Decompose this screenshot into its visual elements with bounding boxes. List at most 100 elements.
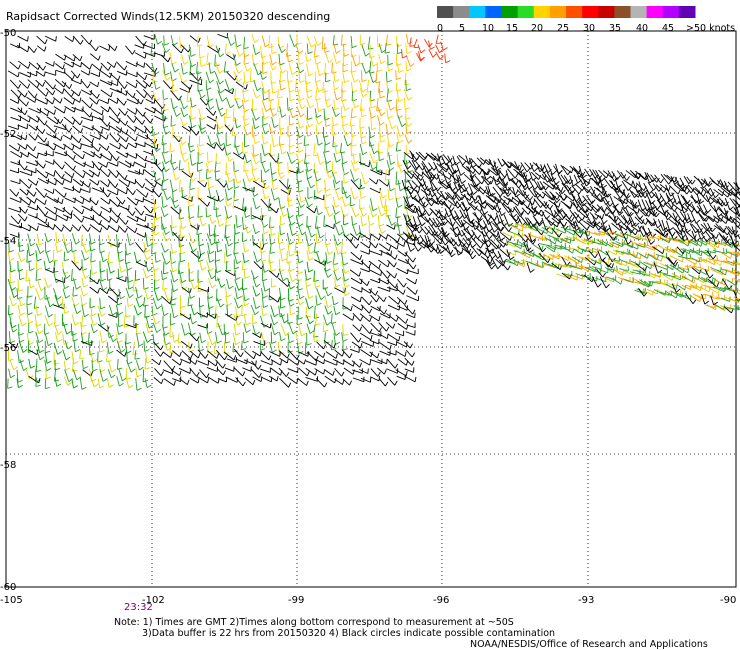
wind-barb-flag [390, 107, 395, 111]
wind-barb [199, 260, 203, 271]
wind-barb-flag [89, 103, 93, 109]
wind-barb [286, 97, 289, 111]
wind-barb-flag [43, 163, 46, 169]
wind-barb-flag [154, 71, 160, 75]
wind-barb [43, 260, 47, 271]
wind-barb-flag [182, 194, 188, 198]
wind-barb [386, 224, 395, 230]
wind-barb [190, 97, 193, 108]
wind-barb-flag [324, 382, 328, 388]
wind-barb [197, 250, 200, 262]
wind-barb-flag [360, 42, 366, 46]
wind-barb [377, 206, 382, 217]
wind-barb-flag [375, 243, 379, 249]
wind-barb-flag [288, 59, 294, 63]
wind-barb [196, 61, 198, 74]
wind-barb [277, 44, 283, 53]
wind-barb [125, 45, 133, 55]
wind-barb-flag [272, 113, 278, 117]
wind-barb [28, 277, 31, 289]
wind-barb-flag [119, 382, 124, 387]
wind-barb [243, 161, 245, 172]
wind-barb-flag [396, 108, 402, 111]
wind-barb-flag [318, 108, 324, 112]
wind-barb-flag [367, 368, 369, 374]
wind-barb-flag [46, 173, 49, 179]
wind-barb-flag [209, 79, 215, 84]
wind-barb-flag [325, 268, 331, 272]
wind-barb-flag [101, 313, 106, 317]
legend-swatch [469, 6, 486, 18]
wind-barb-flag [162, 109, 165, 115]
wind-barb [394, 187, 397, 200]
wind-barb [244, 377, 254, 386]
wind-barb [72, 206, 83, 215]
wind-barb [377, 170, 390, 176]
wind-barb [197, 180, 206, 188]
wind-barb [27, 71, 37, 77]
wind-barb [268, 35, 271, 48]
wind-barb-flag [497, 264, 502, 270]
wind-barb [252, 286, 257, 297]
wind-barb [107, 189, 118, 196]
wind-barb-flag [325, 188, 331, 192]
wind-barb [252, 297, 257, 309]
wind-barb [44, 188, 54, 195]
wind-barb-flag [74, 197, 76, 203]
wind-barb-flag [221, 97, 227, 102]
wind-barb [80, 286, 84, 297]
wind-barb-flag [187, 304, 193, 307]
wind-barb-flag [12, 302, 17, 307]
wind-barb [35, 261, 38, 271]
wind-barb [384, 198, 387, 212]
wind-barb [180, 151, 186, 162]
wind-barb-flag [197, 377, 200, 384]
wind-barb-flag [97, 279, 100, 285]
wind-barb-flag [290, 285, 295, 290]
wind-barb [35, 287, 41, 301]
wind-barb-flag [116, 156, 120, 162]
wind-barb-flag [247, 229, 252, 234]
wind-barb [118, 225, 126, 233]
wind-barb-flag [243, 118, 249, 121]
wind-barb-flag [440, 249, 445, 254]
wind-barb-flag [208, 296, 214, 300]
wind-barb-flag [351, 153, 357, 157]
wind-barb-flag [180, 259, 186, 263]
wind-barb-flag [310, 184, 315, 189]
wind-barb-flag [136, 259, 142, 263]
wind-barb [64, 106, 75, 113]
wind-barb-flag [170, 124, 176, 127]
wind-barb-flag [309, 330, 315, 334]
wind-barb-flag [161, 227, 167, 230]
wind-barb-flag [135, 278, 141, 281]
wind-barb-flag [325, 124, 331, 127]
wind-barb-flag [603, 207, 607, 213]
wind-barb-flag [569, 214, 573, 220]
wind-barb [90, 143, 99, 152]
wind-barb-flag [183, 61, 189, 65]
wind-barb-flag [387, 132, 393, 136]
wind-barb-flag [378, 263, 381, 269]
legend-swatch [566, 6, 583, 18]
wind-barb-flag [163, 42, 169, 46]
wind-barb [126, 359, 132, 373]
wind-barb-flag [45, 91, 49, 97]
wind-barb [261, 35, 266, 47]
wind-barb-flag [18, 333, 24, 336]
wind-barb [81, 80, 88, 89]
wind-barb [154, 348, 161, 357]
wind-barb-flag [98, 55, 101, 61]
wind-barb-flag [325, 79, 331, 83]
wind-barb-flag [29, 253, 35, 257]
wind-barb [71, 296, 76, 307]
wind-barb-flag [276, 208, 279, 214]
wind-barb-flag [558, 170, 563, 174]
wind-barb-flag [29, 268, 35, 271]
wind-barb [226, 358, 237, 363]
wind-barb [179, 97, 185, 109]
wind-barb-flag [39, 349, 44, 354]
wind-barb [642, 225, 647, 235]
wind-barb [233, 323, 237, 336]
wind-barb-flag [25, 101, 29, 107]
